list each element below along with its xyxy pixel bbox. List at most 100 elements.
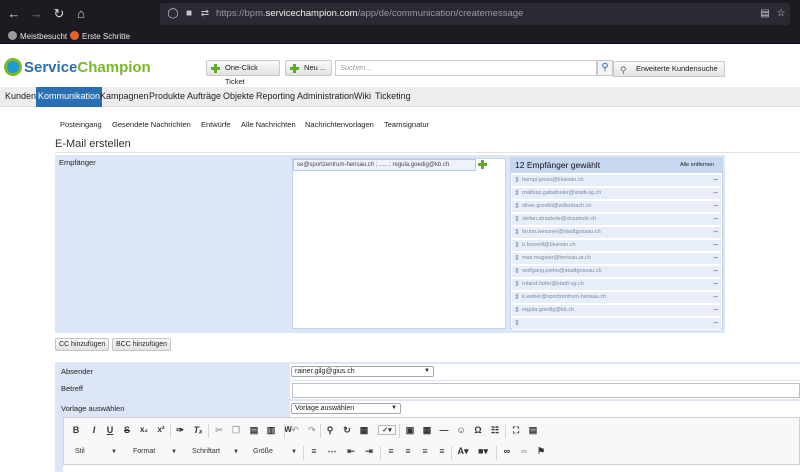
- smiley-icon[interactable]: ☺: [455, 425, 467, 435]
- drag-handle-icon[interactable]: ⇕: [514, 254, 520, 262]
- list-item[interactable]: ⇕ hampi.gross@bluewin.ch –: [512, 175, 721, 187]
- horizontal-line-icon[interactable]: —: [438, 425, 450, 435]
- special-char-icon[interactable]: Ω: [472, 425, 484, 435]
- replace-icon[interactable]: ↻: [341, 425, 353, 436]
- style-combo[interactable]: Stil ▼: [75, 446, 117, 458]
- superscript-icon[interactable]: x²: [155, 425, 167, 434]
- menu-item-auftraege[interactable]: Aufträge: [187, 87, 221, 107]
- drag-handle-icon[interactable]: ⇕: [514, 189, 520, 197]
- unlink-icon[interactable]: ∞: [518, 446, 530, 456]
- list-item[interactable]: ⇕ –: [512, 318, 721, 330]
- bookmark-meistbesucht[interactable]: Meistbesucht: [8, 30, 67, 43]
- copy-icon[interactable]: ❐: [230, 425, 242, 436]
- link-icon[interactable]: ∞: [501, 446, 513, 456]
- search-input[interactable]: Suchen...: [335, 60, 597, 76]
- list-item[interactable]: ⇕ roland.hofer@stadt-sg.ch –: [512, 279, 721, 291]
- remove-icon[interactable]: –: [714, 253, 718, 262]
- drag-handle-icon[interactable]: ⇕: [514, 202, 520, 210]
- drag-handle-icon[interactable]: ⇕: [514, 319, 520, 327]
- format-combo[interactable]: Format ▼: [133, 446, 177, 458]
- recipients-input-box[interactable]: [292, 158, 506, 329]
- subnav-alle-nachrichten[interactable]: Alle Nachrichten: [241, 120, 296, 129]
- remove-icon[interactable]: –: [714, 214, 718, 223]
- list-item[interactable]: ⇕ max.mugster@herisau.ar.ch –: [512, 253, 721, 265]
- drag-handle-icon[interactable]: ⇕: [514, 267, 520, 275]
- menu-item-kampagnen[interactable]: Kampagnen: [100, 87, 149, 107]
- list-item[interactable]: ⇕ bruno.wessner@stadtgossau.ch –: [512, 227, 721, 239]
- remove-icon[interactable]: –: [714, 188, 718, 197]
- add-cc-button[interactable]: CC hinzufügen: [55, 338, 110, 351]
- table-icon[interactable]: ▦: [421, 425, 433, 436]
- menu-item-produkte[interactable]: Produkte: [149, 87, 185, 107]
- shield-icon[interactable]: ◯: [166, 7, 180, 21]
- lock-icon[interactable]: ■: [182, 7, 196, 21]
- anchor-flag-icon[interactable]: ⚑: [535, 446, 547, 457]
- image-icon[interactable]: ▣: [404, 425, 416, 436]
- bold-icon[interactable]: B: [70, 425, 82, 435]
- url-text[interactable]: https://bpm.servicechampion.com/app/de/c…: [216, 8, 523, 19]
- template-select[interactable]: Vorlage auswählen ▼: [291, 403, 401, 414]
- list-item[interactable]: ⇕ stefan.strasbole@strasbole.ch –: [512, 214, 721, 226]
- menu-item-reporting[interactable]: Reporting: [256, 87, 295, 107]
- paste-text-icon[interactable]: ▥: [265, 425, 277, 436]
- font-combo[interactable]: Schriftart ▼: [192, 446, 239, 458]
- editor-content[interactable]: [63, 464, 800, 472]
- permissions-icon[interactable]: ⇄: [198, 7, 212, 21]
- subscript-icon[interactable]: x₂: [138, 425, 150, 434]
- subnav-nachrichtenvorlagen[interactable]: Nachrichtenvorlagen: [305, 120, 374, 129]
- bookmark-star-icon[interactable]: ☆: [774, 7, 788, 21]
- maximize-icon[interactable]: ⛶: [510, 425, 522, 436]
- drag-handle-icon[interactable]: ⇕: [514, 241, 520, 249]
- bulleted-list-icon[interactable]: ⋯: [326, 446, 338, 457]
- align-center-icon[interactable]: ≡: [402, 446, 414, 456]
- search-icon[interactable]: ⚲: [597, 60, 613, 76]
- menu-item-objekte[interactable]: Objekte: [223, 87, 254, 107]
- menu-item-administration[interactable]: Administration: [297, 87, 354, 107]
- sender-select[interactable]: rainer.gilg@gius.ch ▼: [291, 366, 434, 377]
- menu-item-wiki[interactable]: Wiki: [354, 87, 371, 107]
- align-justify-icon[interactable]: ≡: [436, 446, 448, 456]
- recipient-chip[interactable]: se@sportzentrum-herisau.ch ; ..... ; reg…: [293, 159, 476, 171]
- subject-input[interactable]: [292, 383, 800, 398]
- remove-icon[interactable]: –: [714, 279, 718, 288]
- list-item[interactable]: ⇕ oliver.groebli@willenbach.ch –: [512, 201, 721, 213]
- menu-item-kommunikation[interactable]: Kommunikation: [36, 87, 103, 107]
- remove-icon[interactable]: –: [714, 305, 718, 314]
- remove-icon[interactable]: –: [714, 201, 718, 210]
- drag-handle-icon[interactable]: ⇕: [514, 293, 520, 301]
- forward-icon[interactable]: →: [28, 6, 44, 22]
- list-item[interactable]: ⇕ wolfgang.piehe@stadtgossau.ch –: [512, 266, 721, 278]
- remove-icon[interactable]: –: [714, 318, 718, 327]
- redo-icon[interactable]: ↷: [306, 425, 318, 436]
- subnav-gesendete-nachrichten[interactable]: Gesendete Nachrichten: [112, 120, 191, 129]
- extended-customer-search-button[interactable]: ⚲ Erweiterte Kundensuche: [613, 61, 725, 77]
- strikethrough-icon[interactable]: S: [121, 425, 133, 435]
- cut-icon[interactable]: ✂: [213, 425, 225, 436]
- align-left-icon[interactable]: ≡: [385, 446, 397, 456]
- remove-icon[interactable]: –: [714, 240, 718, 249]
- list-item[interactable]: ⇕ k.weber@sportzentrum-herisau.ch –: [512, 292, 721, 304]
- remove-icon[interactable]: –: [714, 266, 718, 275]
- drag-handle-icon[interactable]: ⇕: [514, 176, 520, 184]
- subnav-teamsignatur[interactable]: Teamsignatur: [384, 120, 429, 129]
- spellcheck-icon[interactable]: ✓▾: [378, 425, 396, 435]
- paste-icon[interactable]: ▤: [248, 425, 260, 436]
- one-click-ticket-button[interactable]: One-Click Ticket: [206, 60, 280, 86]
- remove-icon[interactable]: –: [714, 292, 718, 301]
- add-recipient-icon[interactable]: [478, 160, 488, 170]
- drag-handle-icon[interactable]: ⇕: [514, 228, 520, 236]
- home-icon[interactable]: ⌂: [73, 6, 89, 22]
- menu-item-kunden[interactable]: Kunden: [5, 87, 36, 107]
- subnav-posteingang[interactable]: Posteingang: [60, 120, 102, 129]
- align-right-icon[interactable]: ≡: [419, 446, 431, 456]
- numbered-list-icon[interactable]: ≡: [308, 446, 320, 456]
- address-bar[interactable]: ◯ ■ ⇄ https://bpm.servicechampion.com/ap…: [160, 3, 790, 25]
- size-combo[interactable]: Größe ▼: [253, 446, 297, 458]
- text-color-icon[interactable]: A▾: [456, 446, 470, 457]
- subnav-entwuerfe[interactable]: Entwürfe: [201, 120, 231, 129]
- list-item[interactable]: ⇕ mathias.gabathuler@stadt-sg.ch –: [512, 188, 721, 200]
- drag-handle-icon[interactable]: ⇕: [514, 215, 520, 223]
- back-icon[interactable]: ←: [6, 6, 22, 22]
- undo-icon[interactable]: ↶: [289, 425, 301, 436]
- indent-icon[interactable]: ⇥: [363, 446, 375, 457]
